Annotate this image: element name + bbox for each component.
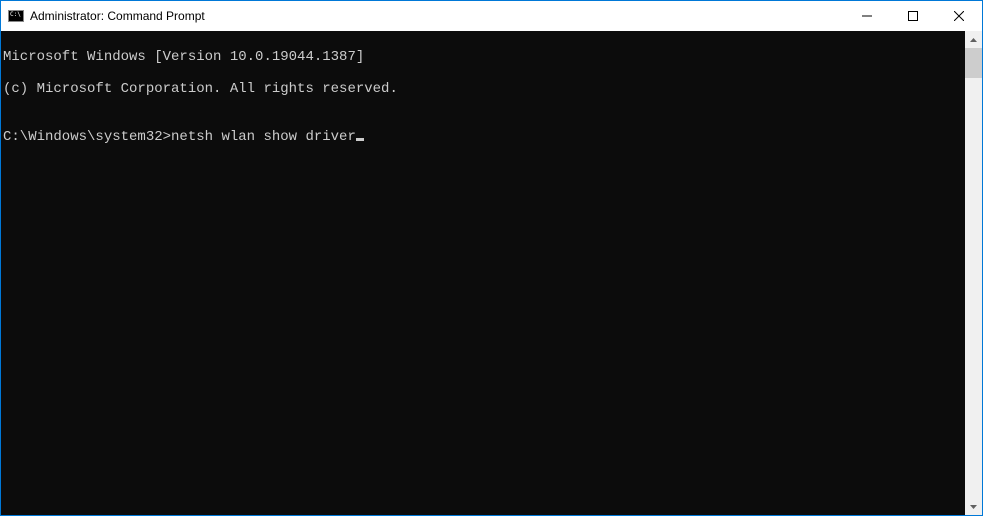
window-frame: C:\ Administrator: Command Prompt Micros… xyxy=(0,0,983,516)
output-line: (c) Microsoft Corporation. All rights re… xyxy=(3,81,965,97)
cmd-icon: C:\ xyxy=(8,8,24,24)
text-cursor xyxy=(356,138,364,141)
scroll-up-button[interactable] xyxy=(965,31,982,48)
vertical-scrollbar[interactable] xyxy=(965,31,982,515)
prompt: C:\Windows\system32> xyxy=(3,129,171,145)
maximize-button[interactable] xyxy=(890,1,936,31)
output-line: Microsoft Windows [Version 10.0.19044.13… xyxy=(3,49,965,65)
minimize-button[interactable] xyxy=(844,1,890,31)
close-button[interactable] xyxy=(936,1,982,31)
client-area: Microsoft Windows [Version 10.0.19044.13… xyxy=(1,31,982,515)
scroll-track[interactable] xyxy=(965,48,982,498)
terminal[interactable]: Microsoft Windows [Version 10.0.19044.13… xyxy=(1,31,965,515)
titlebar-left: C:\ Administrator: Command Prompt xyxy=(1,8,844,24)
window-controls xyxy=(844,1,982,31)
command-input[interactable]: netsh wlan show driver xyxy=(171,129,356,145)
scroll-down-button[interactable] xyxy=(965,498,982,515)
scroll-thumb[interactable] xyxy=(965,48,982,78)
window-title: Administrator: Command Prompt xyxy=(30,9,205,23)
titlebar[interactable]: C:\ Administrator: Command Prompt xyxy=(1,1,982,31)
svg-text:C:\: C:\ xyxy=(10,11,21,18)
